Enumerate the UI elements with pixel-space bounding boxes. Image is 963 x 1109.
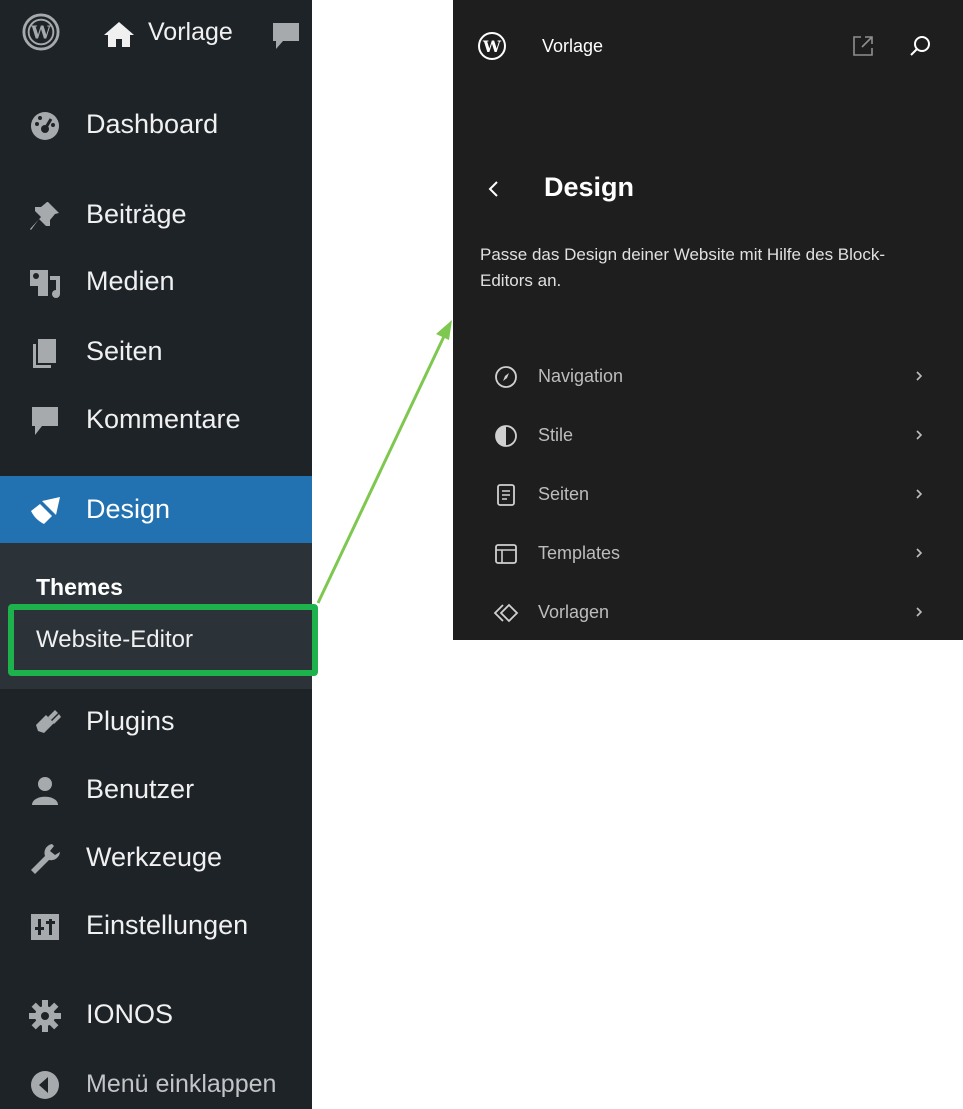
- menu-label-design: Design: [86, 494, 171, 524]
- menu-item-ionos[interactable]: IONOS: [0, 985, 312, 1045]
- menu-item-plugins[interactable]: Plugins: [0, 692, 312, 752]
- menu-item-media[interactable]: Medien: [0, 252, 312, 312]
- site-editor-panel: W Vorlage Design Passe das Design deiner…: [453, 0, 963, 640]
- pages-icon: [33, 339, 56, 368]
- menu-label-comments: Kommentare: [86, 404, 241, 434]
- settings-sliders-icon: [31, 914, 59, 940]
- wordpress-logo-icon[interactable]: W: [477, 31, 507, 61]
- menu-item-dashboard[interactable]: Dashboard: [0, 95, 312, 155]
- menu-label-plugins: Plugins: [86, 706, 175, 736]
- admin-toolbar: W Vorlage: [0, 0, 312, 70]
- nav-item-navigation[interactable]: Navigation: [453, 352, 963, 402]
- diamond-pattern-icon: [493, 603, 519, 623]
- editor-panel-description: Passe das Design deiner Website mit Hilf…: [480, 245, 886, 290]
- pin-icon: [30, 202, 59, 230]
- compass-icon: [495, 366, 517, 388]
- svg-text:W: W: [482, 37, 502, 56]
- dashboard-gauge-icon: [31, 112, 59, 140]
- menu-item-comments[interactable]: Kommentare: [0, 390, 312, 450]
- document-icon: [497, 484, 515, 506]
- menu-label-ionos: IONOS: [86, 999, 174, 1029]
- submenu-label-website-editor: Website-Editor: [36, 626, 193, 653]
- collapse-menu-button[interactable]: Menü einklappen: [0, 1054, 312, 1109]
- editor-panel-title: Design: [544, 172, 635, 202]
- chevron-right-icon: [916, 430, 923, 440]
- collapse-arrow-icon: [31, 1071, 59, 1099]
- submenu-item-themes[interactable]: Themes: [36, 574, 123, 601]
- svg-text:W: W: [30, 23, 52, 44]
- site-name-link[interactable]: Vorlage: [148, 18, 233, 47]
- menu-label-tools: Werkzeuge: [86, 842, 223, 872]
- nav-label-patterns: Vorlagen: [538, 602, 610, 622]
- half-circle-icon: [495, 425, 517, 447]
- menu-item-tools[interactable]: Werkzeuge: [0, 828, 312, 888]
- chevron-right-icon: [916, 489, 923, 499]
- menu-item-users[interactable]: Benutzer: [0, 760, 312, 820]
- gear-icon: [29, 1000, 61, 1032]
- menu-label-collapse: Menü einklappen: [86, 1070, 277, 1098]
- search-icon[interactable]: [908, 34, 932, 58]
- external-link-icon[interactable]: [851, 34, 875, 58]
- menu-label-media: Medien: [86, 266, 175, 296]
- plugin-icon: [32, 710, 61, 737]
- wrench-icon: [31, 844, 60, 874]
- home-icon[interactable]: [102, 20, 136, 48]
- nav-item-pages[interactable]: Seiten: [453, 470, 963, 520]
- nav-label-pages: Seiten: [538, 484, 590, 504]
- menu-label-settings: Einstellungen: [86, 910, 249, 940]
- media-icon: [30, 270, 60, 298]
- menu-label-posts: Beiträge: [86, 199, 187, 229]
- comments-icon: [32, 407, 58, 435]
- back-chevron-icon[interactable]: [486, 178, 502, 200]
- menu-item-settings[interactable]: Einstellungen: [0, 896, 312, 956]
- nav-label-templates: Templates: [538, 543, 621, 563]
- wordpress-logo-icon[interactable]: W: [22, 13, 60, 51]
- nav-label-styles: Stile: [538, 425, 574, 445]
- chevron-right-icon: [916, 548, 923, 558]
- nav-item-templates[interactable]: Templates: [453, 529, 963, 579]
- layout-icon: [495, 544, 517, 564]
- menu-label-dashboard: Dashboard: [86, 109, 219, 139]
- menu-label-pages: Seiten: [86, 336, 163, 366]
- chevron-right-icon: [916, 371, 923, 381]
- user-icon: [32, 777, 58, 805]
- comment-bubble-icon[interactable]: [270, 20, 302, 52]
- submenu-item-website-editor[interactable]: Website-Editor: [8, 604, 318, 676]
- menu-label-users: Benutzer: [86, 774, 195, 804]
- nav-item-styles[interactable]: Stile: [453, 411, 963, 461]
- menu-item-pages[interactable]: Seiten: [0, 322, 312, 382]
- admin-sidebar: W Vorlage Dashboard Beiträge Medien Seit…: [0, 0, 318, 1109]
- chevron-right-icon: [916, 607, 923, 617]
- menu-item-posts[interactable]: Beiträge: [0, 185, 312, 245]
- menu-item-design[interactable]: Design: [0, 476, 312, 543]
- editor-site-name[interactable]: Vorlage: [542, 36, 603, 57]
- nav-item-patterns[interactable]: Vorlagen: [453, 588, 963, 638]
- paintbrush-icon: [31, 497, 60, 524]
- nav-label-navigation: Navigation: [538, 366, 624, 386]
